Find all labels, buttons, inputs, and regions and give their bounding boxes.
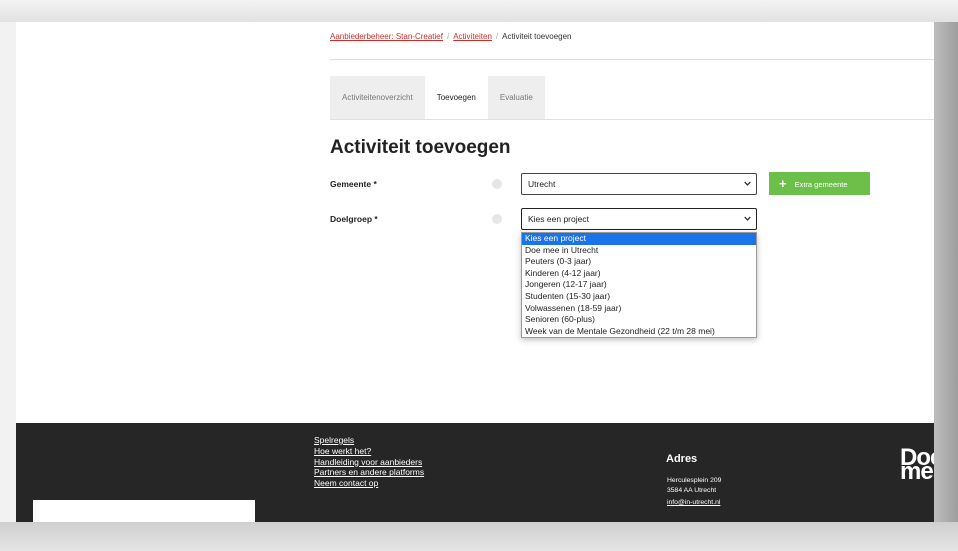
breadcrumb-current: Activiteit toevoegen bbox=[502, 32, 572, 41]
page: Aanbiederbeheer: Stan-Creatief / Activitei… bbox=[16, 22, 934, 522]
tab-bar: Activiteitenoverzicht Toevoegen Evaluati… bbox=[330, 76, 545, 120]
footer-logo-line2: me bbox=[900, 458, 934, 485]
tab-activiteitenoverzicht[interactable]: Activiteitenoverzicht bbox=[330, 76, 425, 120]
dropdown-option[interactable]: Volwassenen (18-59 jaar) bbox=[522, 303, 756, 315]
address-title: Adres bbox=[666, 453, 698, 465]
tab-toevoegen[interactable]: Toevoegen bbox=[424, 76, 488, 120]
footer-link-handleiding[interactable]: Handleiding voor aanbieders bbox=[314, 457, 424, 468]
dropdown-option[interactable]: Doe mee in Utrecht bbox=[522, 245, 756, 257]
info-icon[interactable] bbox=[492, 214, 502, 224]
footer-link-partners[interactable]: Partners en andere platforms bbox=[314, 467, 424, 478]
doelgroep-select[interactable]: Kies een project bbox=[521, 208, 757, 230]
window-right-edge bbox=[934, 22, 958, 522]
address-city: 3584 AA Utrecht bbox=[667, 487, 717, 494]
window-top-edge bbox=[0, 0, 958, 22]
window-bottom-edge bbox=[0, 522, 958, 551]
footer-logo[interactable]: Doe me bbox=[900, 446, 934, 485]
gemeente-select[interactable]: Utrecht bbox=[521, 173, 757, 195]
plus-icon: + bbox=[779, 176, 787, 191]
footer-link-contact[interactable]: Neem contact op bbox=[314, 478, 424, 489]
dropdown-option[interactable]: Peuters (0-3 jaar) bbox=[522, 256, 756, 268]
breadcrumb-divider bbox=[330, 59, 934, 60]
tab-evaluatie[interactable]: Evaluatie bbox=[487, 76, 545, 120]
address-email-link[interactable]: info@in-utrecht.nl bbox=[667, 499, 720, 506]
tab-divider bbox=[330, 119, 934, 120]
address-street: Herculesplein 209 bbox=[667, 477, 722, 484]
chevron-down-icon bbox=[744, 216, 751, 221]
doelgroep-selected-value: Kies een project bbox=[528, 214, 589, 224]
doelgroep-dropdown-list: Kies een project Doe mee in Utrecht Peut… bbox=[521, 232, 757, 339]
dropdown-option[interactable]: Jongeren (12-17 jaar) bbox=[522, 279, 756, 291]
breadcrumb-separator: / bbox=[446, 32, 450, 41]
window-left-edge bbox=[0, 22, 16, 522]
dropdown-option[interactable]: Senioren (60-plus) bbox=[522, 314, 756, 326]
breadcrumb: Aanbiederbeheer: Stan-Creatief / Activitei… bbox=[330, 32, 572, 41]
breadcrumb-provider-link[interactable]: Aanbiederbeheer: Stan-Creatief bbox=[330, 32, 443, 41]
breadcrumb-separator: / bbox=[495, 32, 499, 41]
dropdown-option[interactable]: Studenten (15-30 jaar) bbox=[522, 291, 756, 303]
breadcrumb-activities-link[interactable]: Activiteiten bbox=[453, 32, 492, 41]
gemeente-selected-value: Utrecht bbox=[528, 179, 556, 189]
dropdown-option[interactable]: Kinderen (4-12 jaar) bbox=[522, 268, 756, 280]
chevron-down-icon bbox=[744, 181, 751, 186]
doelgroep-label: Doelgroep * bbox=[330, 214, 378, 224]
extra-gemeente-button[interactable]: + Extra gemeente bbox=[769, 172, 870, 195]
footer: Spelregels Hoe werkt het? Handleiding vo… bbox=[16, 423, 934, 522]
footer-link-hoe-werkt-het[interactable]: Hoe werkt het? bbox=[314, 446, 424, 457]
page-title: Activiteit toevoegen bbox=[330, 137, 511, 158]
footer-white-panel bbox=[33, 500, 255, 522]
gemeente-label: Gemeente * bbox=[330, 179, 377, 189]
footer-link-spelregels[interactable]: Spelregels bbox=[314, 435, 424, 446]
dropdown-option[interactable]: Week van de Mentale Gezondheid (22 t/m 2… bbox=[522, 326, 756, 338]
footer-links: Spelregels Hoe werkt het? Handleiding vo… bbox=[314, 435, 424, 489]
dropdown-option[interactable]: Kies een project bbox=[522, 233, 756, 245]
info-icon[interactable] bbox=[492, 179, 502, 189]
extra-gemeente-label: Extra gemeente bbox=[794, 180, 848, 189]
